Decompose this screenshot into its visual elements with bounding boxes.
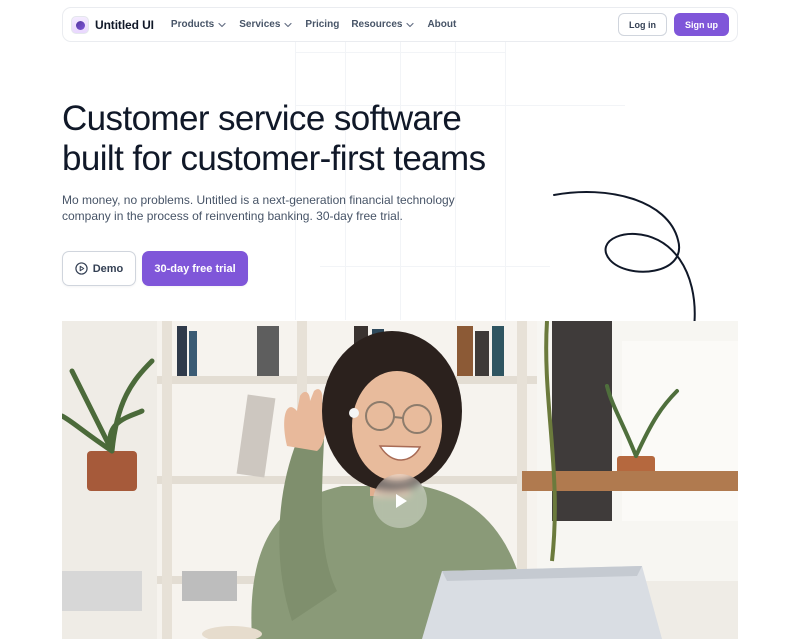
hero-subtext: Mo money, no problems. Untitled is a nex… xyxy=(62,193,455,223)
demo-button[interactable]: Demo xyxy=(62,251,136,286)
nav-item-services[interactable]: Services xyxy=(239,19,293,30)
hero-headline-line1: Customer service software xyxy=(62,99,462,138)
hero-headline: Customer service software built for cust… xyxy=(62,99,582,179)
nav-item-label: About xyxy=(427,19,457,30)
chevron-down-icon xyxy=(284,22,293,27)
chevron-down-icon xyxy=(218,22,226,27)
nav-item-label: Products xyxy=(170,19,215,30)
signup-button[interactable]: Sign up xyxy=(674,13,729,36)
brand[interactable]: Untitled UI xyxy=(71,15,154,34)
play-icon xyxy=(396,494,407,508)
login-button[interactable]: Log in xyxy=(618,13,667,36)
demo-button-label: Demo xyxy=(92,262,124,275)
chevron-down-icon xyxy=(406,22,415,27)
nav-item-label: Pricing xyxy=(305,19,340,30)
video-play-button[interactable] xyxy=(373,474,427,528)
nav-actions: Log in Sign up xyxy=(618,13,729,36)
play-circle-icon xyxy=(75,262,88,275)
nav-menu: Products Services Pricing Resources Abou… xyxy=(171,19,456,30)
nav-item-pricing[interactable]: Pricing xyxy=(305,19,339,30)
nav-item-label: Resources xyxy=(351,19,403,30)
top-navbar: Untitled UI Products Services Pricing Re… xyxy=(62,7,738,42)
nav-item-resources[interactable]: Resources xyxy=(351,19,415,30)
free-trial-button[interactable]: 30-day free trial xyxy=(142,251,248,286)
nav-item-label: Services xyxy=(239,19,281,30)
logo-mark-icon xyxy=(71,15,89,34)
brand-name: Untitled UI xyxy=(95,17,154,32)
nav-item-products[interactable]: Products xyxy=(171,19,227,30)
hero-headline-line2: built for customer-first teams xyxy=(62,139,486,178)
nav-item-about[interactable]: About xyxy=(427,19,456,30)
